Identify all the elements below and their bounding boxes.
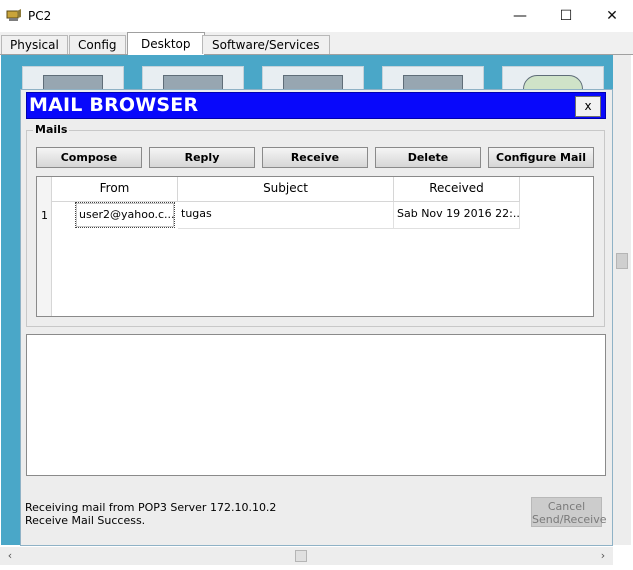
tab-software-services[interactable]: Software/Services bbox=[202, 35, 330, 54]
configure-mail-button[interactable]: Configure Mail bbox=[488, 147, 594, 168]
mail-browser-window: MAIL BROWSER x Mails Compose Reply Recei… bbox=[20, 89, 613, 546]
mail-table: 1 From Subject Received user2@yahoo.c...… bbox=[36, 176, 594, 317]
title-bar: PC2 — ☐ ✕ bbox=[0, 0, 633, 32]
tab-desktop[interactable]: Desktop bbox=[127, 32, 205, 55]
tab-physical[interactable]: Physical bbox=[1, 35, 68, 54]
row-number-column: 1 bbox=[37, 177, 52, 316]
message-view-area[interactable] bbox=[26, 334, 606, 476]
window-title: PC2 bbox=[28, 9, 52, 23]
mail-browser-header: MAIL BROWSER x bbox=[26, 92, 606, 119]
column-header-from[interactable]: From bbox=[52, 177, 178, 202]
delete-button[interactable]: Delete bbox=[375, 147, 481, 168]
minimize-button[interactable]: — bbox=[497, 0, 543, 32]
table-cell-from[interactable]: user2@yahoo.c... bbox=[75, 202, 175, 228]
tab-bar: Physical Config Desktop Software/Service… bbox=[0, 32, 633, 55]
cancel-label-line2: Send/Receive bbox=[532, 513, 607, 526]
vertical-scroll-thumb[interactable] bbox=[616, 253, 628, 269]
close-window-button[interactable]: ✕ bbox=[589, 0, 633, 32]
table-cell-received[interactable]: Sab Nov 19 2016 22:... bbox=[394, 202, 520, 229]
maximize-button[interactable]: ☐ bbox=[543, 0, 589, 32]
mails-group-label: Mails bbox=[33, 123, 70, 136]
pc-app-icon bbox=[6, 9, 21, 21]
cancel-send-receive-button[interactable]: Cancel Send/Receive bbox=[531, 497, 607, 527]
status-line-success: Receive Mail Success. bbox=[25, 514, 146, 527]
mail-browser-title: MAIL BROWSER bbox=[29, 94, 199, 116]
cancel-label-line1: Cancel bbox=[547, 500, 586, 513]
scroll-right-arrow-icon[interactable]: › bbox=[595, 547, 611, 565]
receive-button[interactable]: Receive bbox=[262, 147, 368, 168]
scroll-left-arrow-icon[interactable]: ‹ bbox=[2, 547, 18, 565]
status-line-receiving: Receiving mail from POP3 Server 172.10.1… bbox=[25, 501, 277, 514]
tab-config[interactable]: Config bbox=[69, 35, 126, 54]
mail-close-button[interactable]: x bbox=[575, 96, 601, 117]
column-header-received[interactable]: Received bbox=[394, 177, 520, 202]
vertical-scrollbar[interactable] bbox=[613, 55, 631, 545]
compose-button[interactable]: Compose bbox=[36, 147, 142, 168]
table-cell-subject[interactable]: tugas bbox=[178, 202, 394, 229]
horizontal-scroll-thumb[interactable] bbox=[295, 550, 307, 562]
reply-button[interactable]: Reply bbox=[149, 147, 255, 168]
column-header-subject[interactable]: Subject bbox=[178, 177, 394, 202]
row-number: 1 bbox=[41, 209, 48, 222]
horizontal-scrollbar[interactable]: ‹ › bbox=[0, 547, 613, 565]
